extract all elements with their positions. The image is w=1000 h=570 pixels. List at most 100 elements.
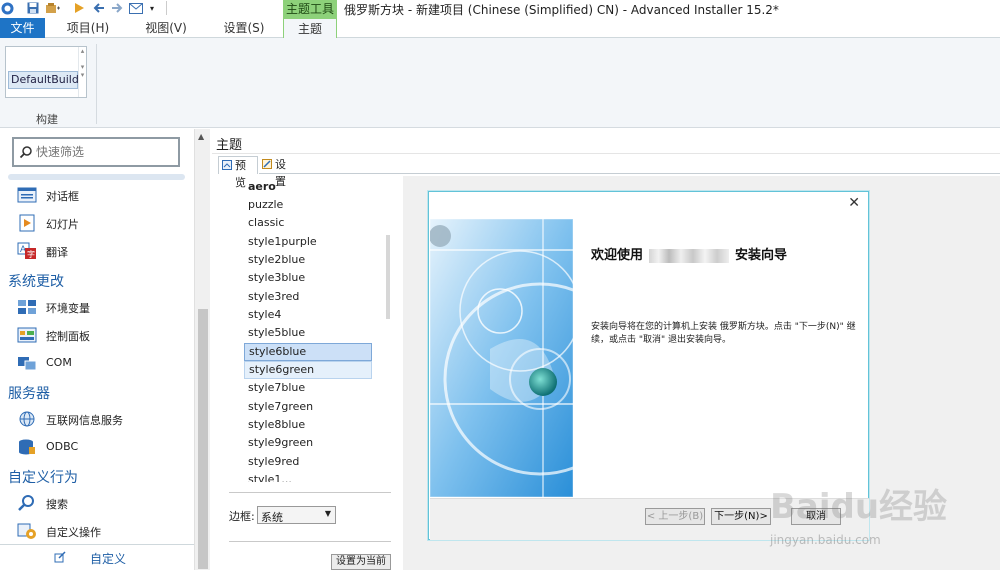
left-item-label: 环境变量	[46, 302, 90, 315]
theme-item-style7blue[interactable]: style7blue	[244, 379, 372, 397]
scrollbar-thumb[interactable]	[198, 309, 208, 569]
border-style-select[interactable]: 系统 ▼	[257, 506, 336, 524]
theme-item-style7green[interactable]: style7green	[244, 398, 372, 416]
left-panel-scrollbar[interactable]: ▲	[194, 129, 210, 570]
section-header-custom-behavior: 自定义行为	[8, 470, 78, 486]
page-title: 主题	[216, 138, 243, 153]
run-icon[interactable]	[72, 1, 86, 15]
ribbon: DefaultBuild ▴ ▾ ▾ 构建	[0, 38, 1000, 128]
tab-theme-settings[interactable]: 设置	[259, 156, 295, 188]
divider	[229, 541, 391, 542]
save-icon[interactable]	[26, 1, 40, 15]
theme-list-scrollbar-thumb[interactable]	[386, 235, 390, 319]
theme-item-style9red[interactable]: style9red	[244, 453, 372, 471]
window-title: 俄罗斯方块 - 新建项目 (Chinese (Simplified) CN) -…	[344, 3, 779, 17]
theme-item-style5blue[interactable]: style5blue	[244, 324, 372, 342]
custom-action-icon	[17, 523, 36, 539]
left-item-label: 搜索	[46, 498, 68, 511]
forward-arrow-icon[interactable]	[110, 1, 124, 15]
border-label: 边框:	[229, 510, 255, 523]
left-item-odbc[interactable]: ODBC	[0, 435, 185, 459]
dialog-body-text: 安装向导将在您的计算机上安装 俄罗斯方块。点击 "下一步(N)" 继续，或点击 …	[591, 322, 856, 345]
chevron-down-icon: ▼	[324, 509, 331, 518]
redacted-product-name	[649, 248, 730, 263]
scroll-up-arrow-icon[interactable]: ▲	[198, 132, 204, 141]
title-bar: ▾ 主题工具 俄罗斯方块 - 新建项目 (Chinese (Simplified…	[0, 0, 1000, 18]
left-item-slideshow[interactable]: 幻灯片	[0, 211, 185, 235]
theme-item-style6blue[interactable]: style6blue	[244, 343, 372, 361]
theme-item-style6green[interactable]: style6green	[244, 361, 372, 379]
build-selected-value[interactable]: DefaultBuild	[8, 71, 79, 89]
theme-item-puzzle[interactable]: puzzle	[244, 196, 372, 214]
tab-content-border	[259, 173, 1000, 174]
left-item-label: 翻译	[46, 246, 68, 259]
app-logo-icon	[0, 1, 14, 15]
theme-item-style2blue[interactable]: style2blue	[244, 251, 372, 269]
quick-filter-box[interactable]	[12, 137, 180, 167]
left-item-label: 自定义操作	[46, 526, 101, 539]
dialog-heading-prefix: 欢迎使用	[591, 248, 644, 263]
section-header-server: 服务器	[8, 386, 50, 402]
installer-dialog-preview: ✕ 欢迎使用 安装向导 安装向导将在您的计算机上安装 俄罗斯方块。点击 "下一步…	[428, 191, 869, 540]
back-button[interactable]: < 上一步(B)	[645, 508, 705, 525]
tab-file[interactable]: 文件	[0, 18, 45, 38]
left-item-custom-actions[interactable]: 自定义操作	[0, 519, 185, 543]
left-item-search[interactable]: 搜索	[0, 491, 185, 515]
left-item-label: COM	[46, 356, 72, 369]
left-item-environment-variables[interactable]: 环境变量	[0, 295, 185, 319]
tab-settings[interactable]: 设置(S)	[218, 18, 270, 38]
theme-item-style9green[interactable]: style9green	[244, 434, 372, 452]
build-icon[interactable]	[43, 1, 63, 15]
left-panel-footer[interactable]: 自定义	[0, 544, 194, 570]
build-scroll-arrows[interactable]: ▴ ▾ ▾	[78, 47, 86, 97]
left-item-translate[interactable]: A字 翻译	[0, 239, 185, 263]
theme-item-style4[interactable]: style4	[244, 306, 372, 324]
odbc-icon	[19, 439, 35, 455]
tab-preview[interactable]: 预览	[218, 156, 258, 189]
customize-toolbar-icon[interactable]: ▾	[148, 1, 156, 15]
quick-filter-input[interactable]	[36, 143, 176, 161]
back-arrow-icon[interactable]	[92, 1, 106, 15]
theme-list[interactable]: aero puzzle classic style1purple style2b…	[243, 176, 373, 482]
left-item-dialogs[interactable]: 对话框	[0, 183, 185, 207]
mail-icon[interactable]	[128, 1, 144, 15]
edit-icon	[54, 551, 66, 563]
left-item-com[interactable]: COM	[0, 351, 185, 375]
dialog-heading: 欢迎使用 安装向导	[591, 244, 787, 263]
left-item-label: 互联网信息服务	[46, 414, 123, 427]
theme-item-classic[interactable]: classic	[244, 214, 372, 232]
set-as-current-button[interactable]: 设置为当前	[331, 554, 391, 570]
theme-item-partial[interactable]: style1...	[244, 471, 372, 482]
customize-link[interactable]: 自定义	[90, 550, 126, 567]
preview-icon	[222, 160, 232, 170]
dialog-icon	[17, 187, 37, 203]
collapsed-item-partial	[8, 174, 185, 180]
control-panel-icon	[17, 327, 37, 343]
ribbon-tab-row: 文件 项目(H) 视图(V) 设置(S) 主题	[0, 18, 1000, 39]
left-item-control-panel[interactable]: 控制面板	[0, 323, 185, 347]
contextual-tab-group: 主题工具	[283, 0, 337, 18]
theme-item-style1purple[interactable]: style1purple	[244, 233, 372, 251]
theme-item-style8blue[interactable]: style8blue	[244, 416, 372, 434]
main-header: 主题	[212, 129, 1000, 154]
tab-project[interactable]: 项目(H)	[62, 18, 114, 38]
left-navigation-panel: 对话框 幻灯片 A字 翻译 系统更改 环境变量 控制面板 COM 服务器 互联网…	[0, 129, 194, 570]
close-icon[interactable]: ✕	[848, 195, 860, 211]
theme-item-aero[interactable]: aero	[244, 178, 372, 196]
left-item-iis[interactable]: 互联网信息服务	[0, 407, 185, 431]
theme-item-style3red[interactable]: style3red	[244, 288, 372, 306]
tab-view[interactable]: 视图(V)	[140, 18, 192, 38]
border-style-value: 系统	[261, 511, 283, 524]
com-icon	[18, 357, 37, 371]
left-item-label: ODBC	[46, 440, 79, 453]
svg-text:字: 字	[27, 249, 35, 259]
left-item-label: 控制面板	[46, 330, 90, 343]
ribbon-group-label: 构建	[36, 113, 58, 126]
build-selector[interactable]: DefaultBuild ▴ ▾ ▾	[5, 46, 87, 98]
divider	[229, 492, 391, 493]
tab-theme[interactable]: 主题	[283, 18, 337, 39]
next-button[interactable]: 下一步(N)>	[711, 508, 771, 525]
theme-item-style3blue[interactable]: style3blue	[244, 269, 372, 287]
search-icon	[18, 495, 34, 511]
cancel-button[interactable]: 取消	[791, 508, 841, 525]
